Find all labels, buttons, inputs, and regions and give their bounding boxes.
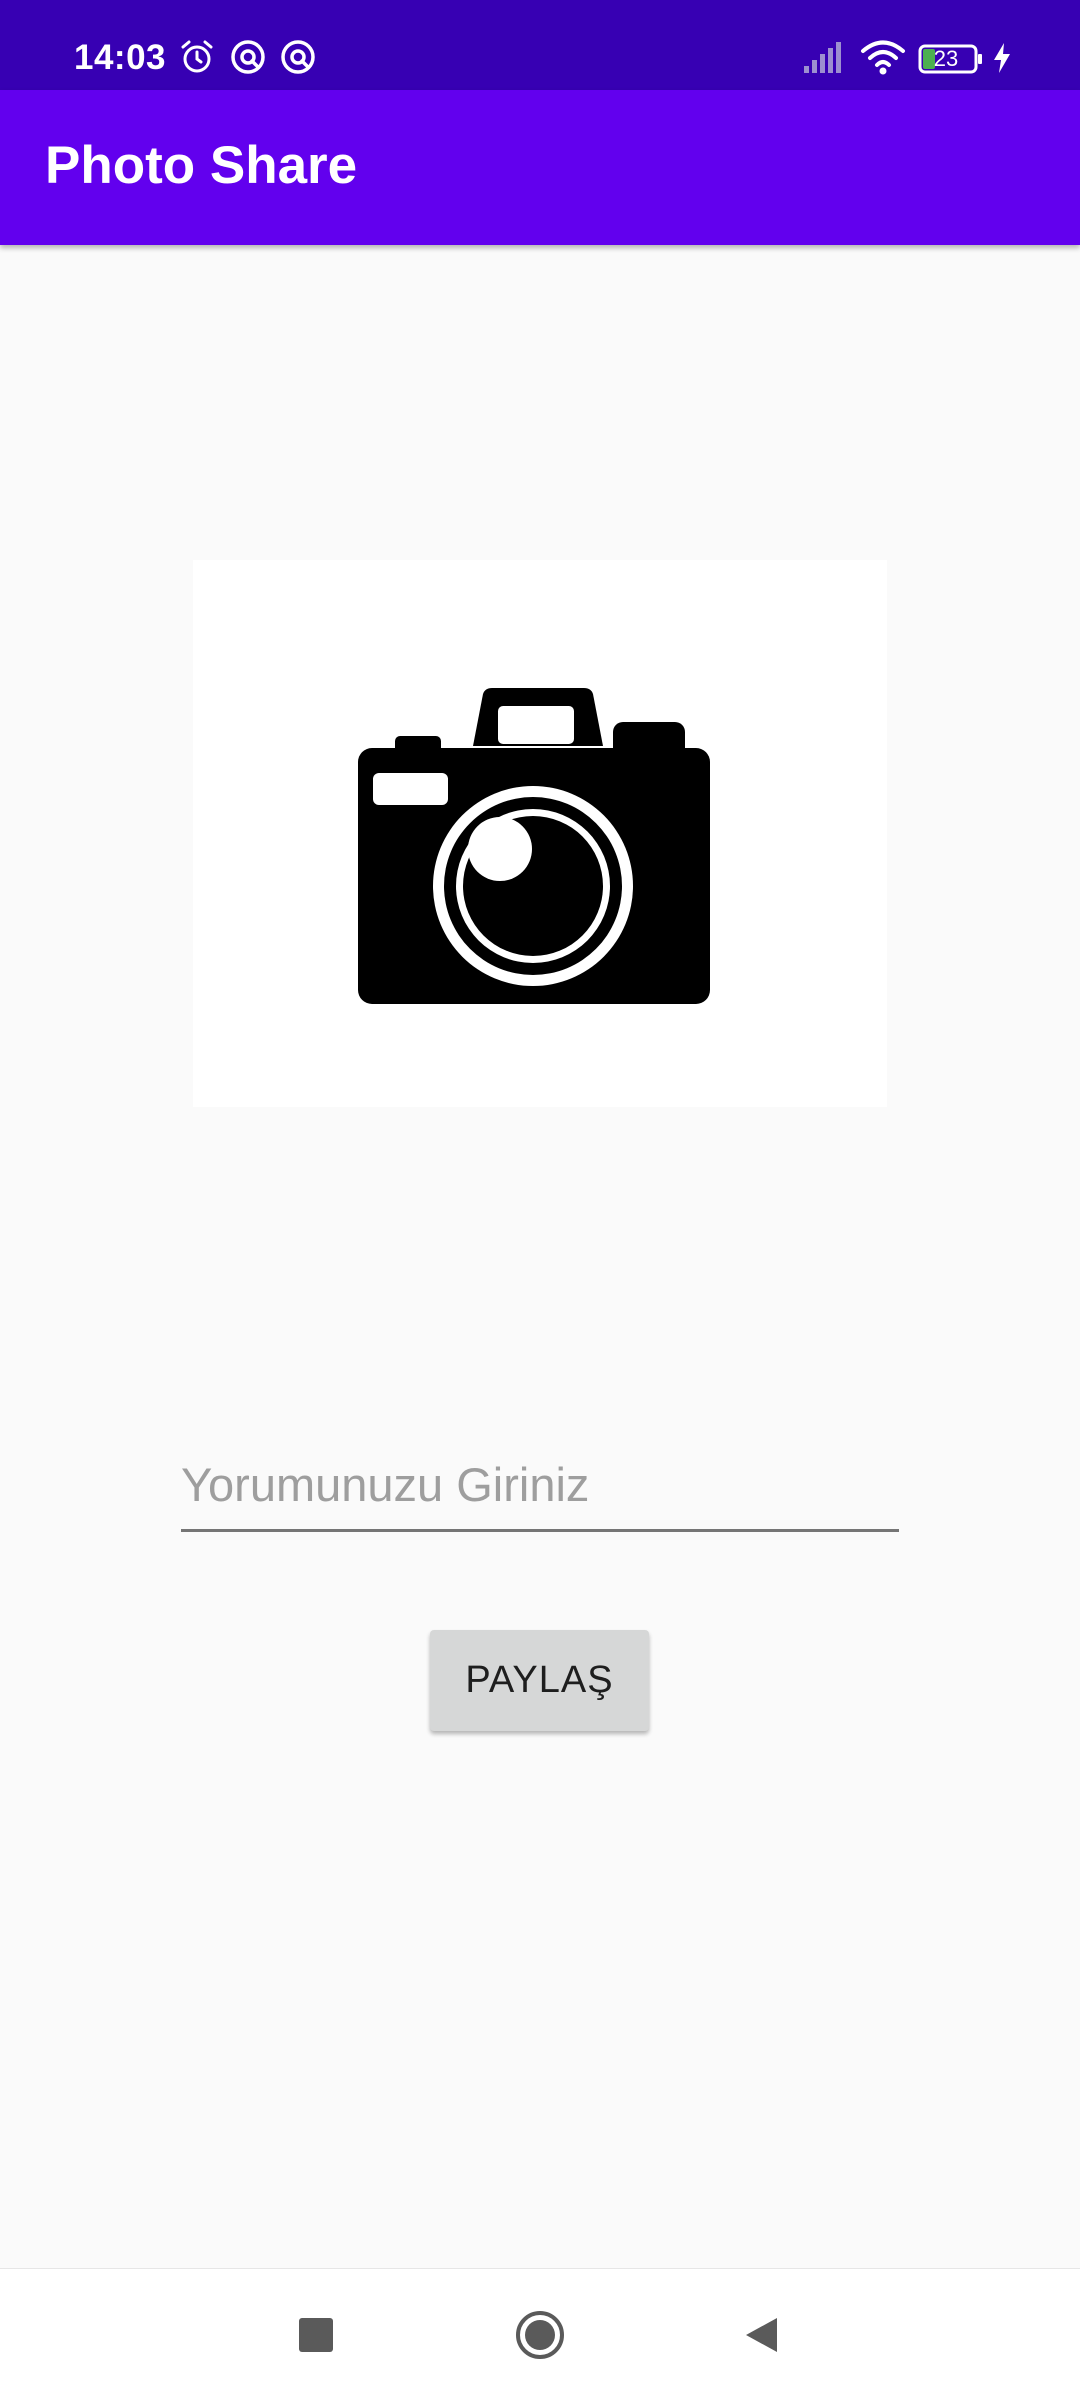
photo-picker[interactable] (193, 560, 887, 1107)
home-button[interactable] (474, 2269, 606, 2401)
share-button[interactable]: PAYLAŞ (430, 1630, 649, 1731)
status-bar: 14:03 23 (0, 0, 1080, 90)
app-notification-icon (281, 40, 315, 74)
back-button[interactable] (696, 2269, 828, 2401)
app-title: Photo Share (45, 136, 358, 195)
alarm-icon (181, 40, 213, 73)
camera-icon (358, 688, 710, 1004)
signal-icon (804, 42, 841, 73)
comment-field (181, 1440, 899, 1535)
battery-icon: 23 (918, 44, 984, 74)
status-time: 14:03 (74, 38, 167, 77)
home-icon (516, 2311, 564, 2359)
navigation-bar (0, 2268, 1080, 2401)
recent-apps-button[interactable] (250, 2269, 382, 2401)
recent-apps-icon (299, 2318, 333, 2352)
battery-level: 23 (933, 46, 959, 71)
comment-input[interactable] (181, 1440, 899, 1532)
back-icon (746, 2318, 777, 2352)
wifi-icon (861, 40, 905, 75)
app-notification-icon (231, 40, 265, 74)
charging-icon (994, 43, 1010, 73)
app-bar: Photo Share (0, 90, 1080, 245)
